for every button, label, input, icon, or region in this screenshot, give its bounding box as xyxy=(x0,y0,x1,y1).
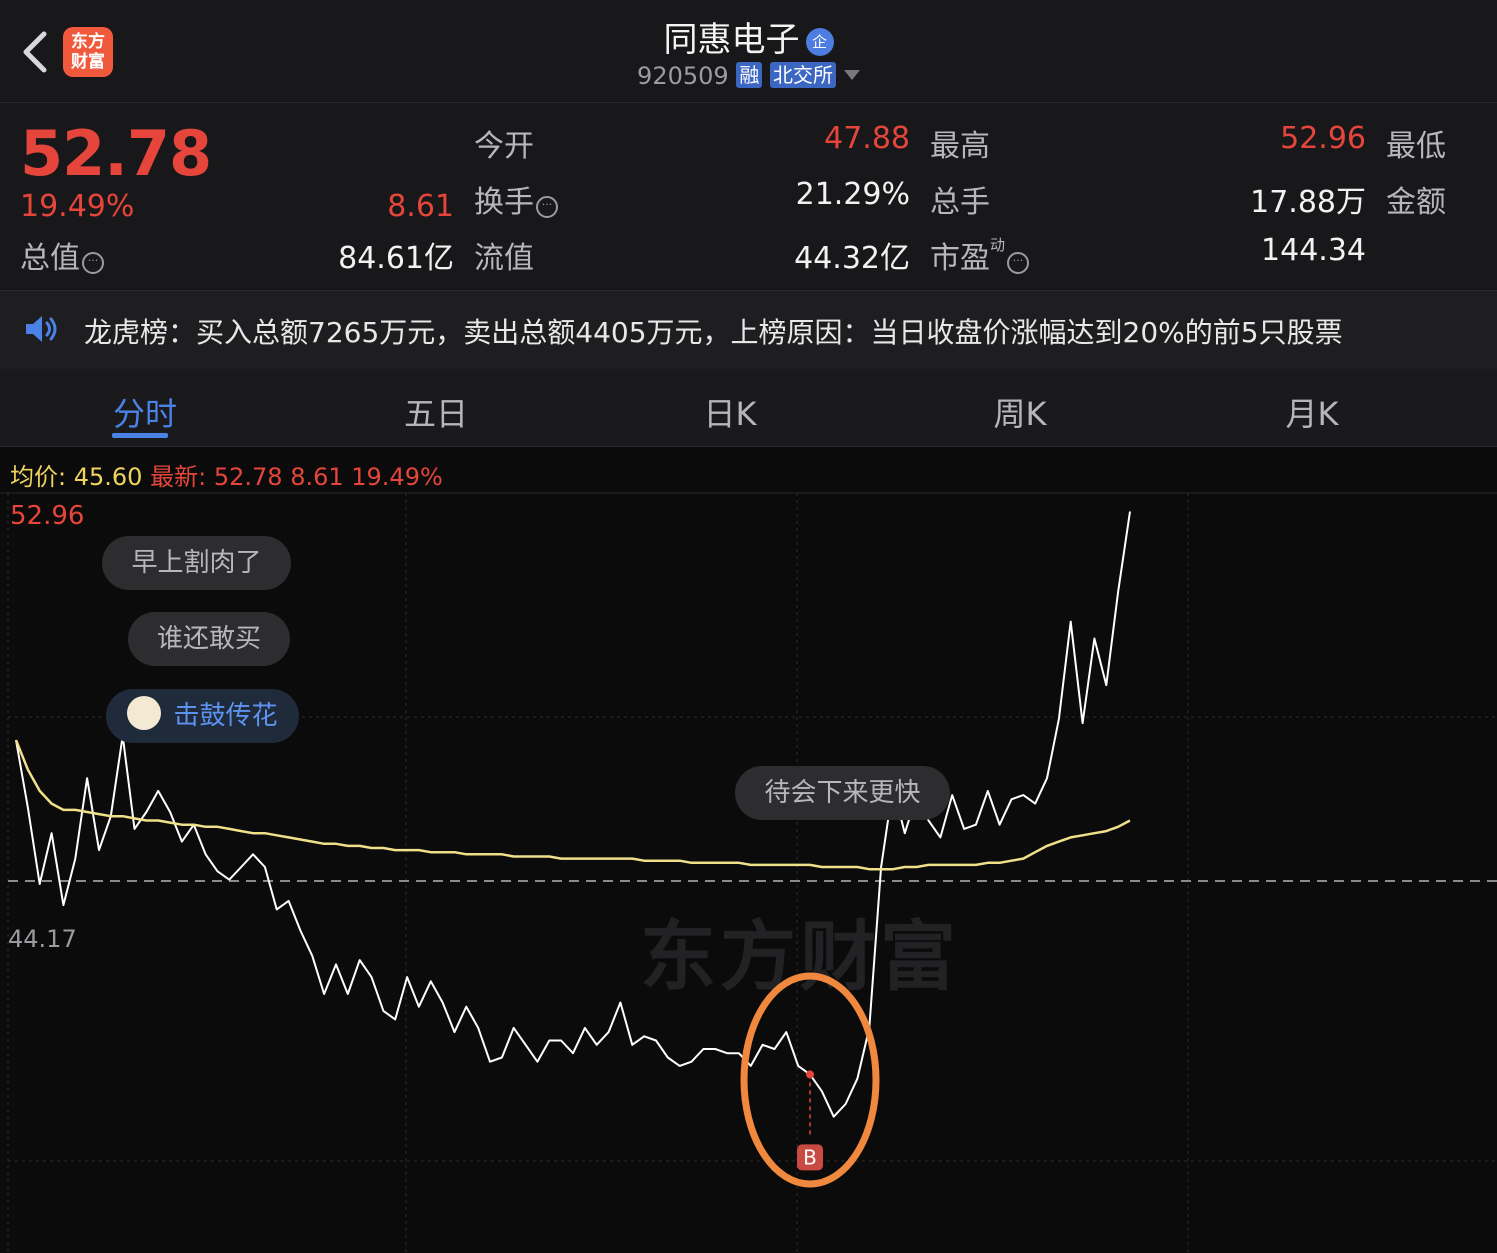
news-text: 龙虎榜：买入总额7265万元，卖出总额4405万元，上榜原因：当日收盘价涨幅达到… xyxy=(84,316,1343,349)
market-cap-label[interactable]: 总值 ··· xyxy=(20,233,104,277)
tab-monthly-k[interactable]: 月K xyxy=(1212,389,1412,435)
turnover-value: 21.29% xyxy=(795,177,910,212)
market-cap-value: 84.61亿 xyxy=(338,241,454,276)
exchange-tag: 北交所 xyxy=(769,62,836,88)
tab-five-day[interactable]: 五日 xyxy=(336,389,536,435)
pe-label[interactable]: 市盈动··· xyxy=(930,233,1030,277)
active-tab-indicator xyxy=(112,433,168,438)
volume-value: 17.88万 xyxy=(1250,185,1366,220)
float-cap-label: 流值 xyxy=(474,241,534,276)
stock-code-row[interactable]: 920509 融 北交所 xyxy=(0,62,1497,90)
volume-label: 总手 xyxy=(930,185,990,220)
info-icon: ··· xyxy=(82,252,104,274)
change-percent: 19.49% xyxy=(20,189,135,224)
info-icon: ··· xyxy=(1007,252,1030,274)
avg-price-line xyxy=(14,739,1131,871)
avg-price: 45.60 xyxy=(73,463,143,491)
pe-value: 144.34 xyxy=(1261,233,1366,268)
quote-panel: 52.78 19.49% 8.61 今开 47.88 最高 52.96 最低 换… xyxy=(0,103,1497,289)
comment-bubble[interactable]: 谁还敢买 xyxy=(128,612,290,666)
amount-label: 金额 xyxy=(1386,185,1446,220)
comment-bubble[interactable]: 待会下来更快 xyxy=(735,766,950,820)
current-price: 52.78 xyxy=(20,117,212,190)
tab-weekly-k[interactable]: 周K xyxy=(920,389,1120,435)
float-cap-value: 44.32亿 xyxy=(794,241,910,276)
stock-name: 同惠电子 xyxy=(663,20,800,60)
price-line xyxy=(15,511,1131,1118)
high-value: 52.96 xyxy=(1280,121,1366,156)
dropdown-triangle-icon[interactable] xyxy=(843,70,860,80)
comment-bubble[interactable]: 击鼓传花 xyxy=(106,689,299,743)
buy-marker-label: B xyxy=(803,1145,817,1169)
latest-change: 8.61 xyxy=(290,463,344,491)
open-label: 今开 xyxy=(474,129,534,164)
chart-tabs: 分时 五日 日K 周K 月K xyxy=(0,369,1497,447)
prev-close-label: 44.17 xyxy=(8,925,77,953)
change-amount: 8.61 xyxy=(387,189,454,224)
top-bar: 东方 财富 同惠电子企 920509 融 北交所 xyxy=(0,0,1497,103)
tab-daily-k[interactable]: 日K xyxy=(630,389,830,435)
open-value: 47.88 xyxy=(824,121,910,156)
intraday-chart[interactable]: 东方财富 B 均价: 45.60 最新: 52.78 8.61 19.49% 5… xyxy=(0,447,1497,1253)
latest-percent: 19.49% xyxy=(351,463,443,491)
latest-price: 52.78 xyxy=(213,463,283,491)
stock-code: 920509 xyxy=(637,62,729,90)
turnover-label[interactable]: 换手 ··· xyxy=(474,177,558,221)
info-icon: ··· xyxy=(536,196,558,218)
chart-legend: 均价: 45.60 最新: 52.78 8.61 19.49% xyxy=(10,463,443,491)
enterprise-badge: 企 xyxy=(805,28,834,56)
low-label: 最低 xyxy=(1386,129,1446,164)
stock-title[interactable]: 同惠电子企 xyxy=(0,12,1497,61)
comment-bubble[interactable]: 早上割肉了 xyxy=(102,536,291,590)
bunny-avatar-icon xyxy=(127,696,162,730)
speaker-icon xyxy=(26,316,57,342)
high-label: 最高 xyxy=(930,129,990,164)
margin-tag: 融 xyxy=(736,62,763,88)
news-ticker[interactable]: 龙虎榜：买入总额7265万元，卖出总额4405万元，上榜原因：当日收盘价涨幅达到… xyxy=(0,290,1497,370)
tab-intraday[interactable]: 分时 xyxy=(45,389,245,435)
y-axis-top-label: 52.96 xyxy=(10,501,85,531)
